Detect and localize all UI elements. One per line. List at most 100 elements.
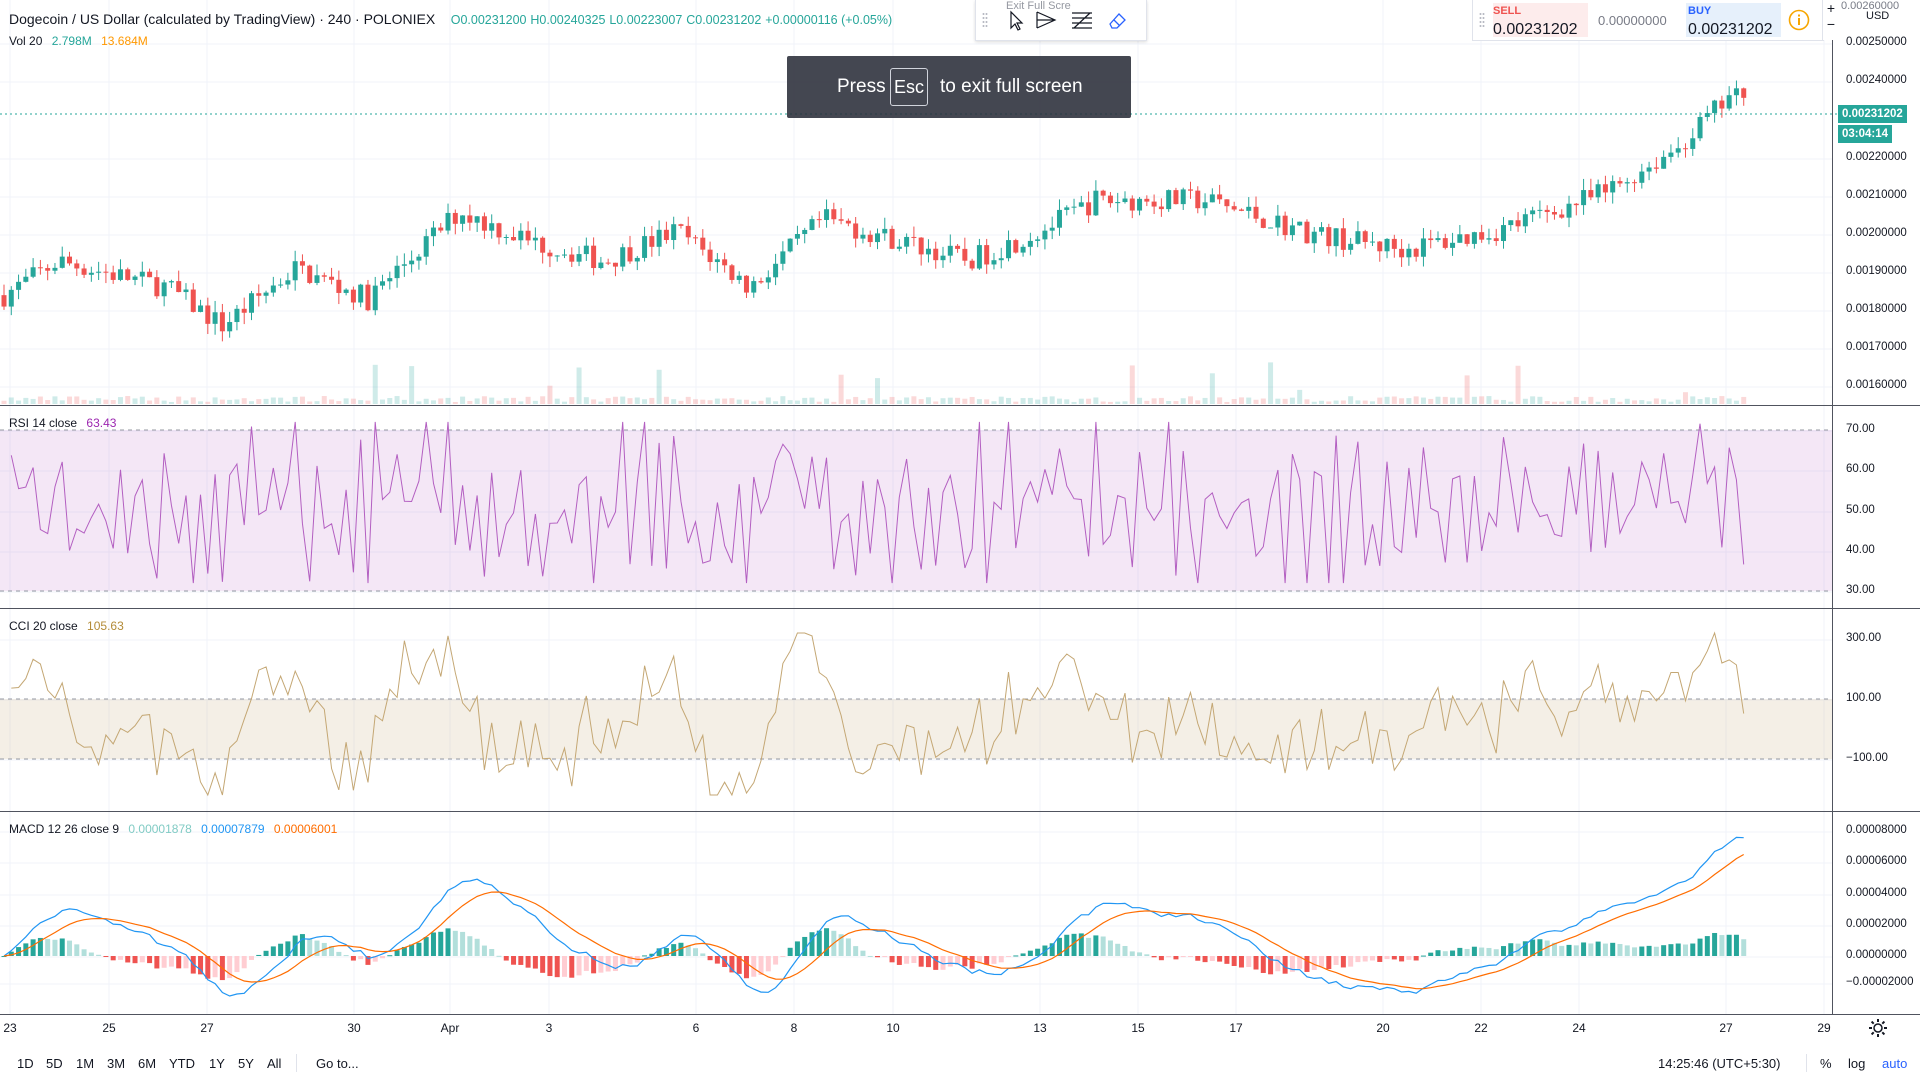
zoom-out-button[interactable]: −	[1823, 16, 1839, 32]
cci-legend[interactable]: CCI 20 close 105.63	[9, 619, 130, 633]
volume-bar	[168, 401, 174, 404]
range-ytd[interactable]: YTD	[169, 1056, 195, 1071]
volume-bar	[125, 396, 131, 404]
volume-bar	[627, 398, 633, 404]
macd-histogram-bar	[358, 956, 364, 960]
volume-bar	[1537, 396, 1543, 404]
drag-handle-icon[interactable]	[982, 12, 988, 28]
macd-histogram-bar	[1144, 954, 1150, 956]
buy-label: BUY	[1688, 5, 1712, 17]
volume-bar	[1377, 397, 1383, 404]
volume-bar	[372, 364, 378, 404]
rsi-tick-label: 60.00	[1846, 463, 1875, 475]
volume-bar	[1406, 398, 1412, 404]
auto-toggle[interactable]: auto	[1882, 1056, 1907, 1071]
volume-bar	[612, 396, 618, 404]
volume-bar	[1122, 401, 1128, 404]
candle-body	[693, 237, 699, 239]
symbol-title[interactable]: Dogecoin / US Dollar (calculated by Trad…	[9, 11, 435, 27]
macd-histogram-bar	[671, 944, 677, 956]
candle-body	[569, 254, 575, 262]
candle-body	[219, 312, 225, 332]
macd-histogram-bar	[1195, 956, 1201, 961]
macd-histogram-bar	[1450, 950, 1456, 956]
volume-bar	[88, 400, 94, 404]
macd-histogram-bar	[350, 956, 356, 961]
macd-histogram-bar	[1726, 934, 1732, 956]
range-3m[interactable]: 3M	[107, 1056, 125, 1071]
volume-bar	[96, 398, 102, 404]
macd-histogram-bar	[103, 956, 109, 957]
pane-separator[interactable]	[0, 405, 1920, 406]
candle-body	[554, 255, 560, 257]
macd-histogram-bar	[423, 937, 429, 956]
range-5d[interactable]: 5D	[46, 1056, 63, 1071]
volume-bar	[1020, 398, 1026, 404]
volume-bar	[925, 397, 931, 404]
currency-label[interactable]: USD	[1864, 10, 1892, 22]
candle-body	[838, 219, 844, 221]
volume-bar	[183, 400, 189, 404]
volume-legend[interactable]: Vol 20 2.798M 13.684M	[9, 34, 154, 48]
candle-body	[16, 281, 22, 290]
candle-body	[634, 257, 640, 262]
candle-body	[372, 285, 378, 311]
volume-bar	[1486, 396, 1492, 404]
candle-body	[467, 215, 473, 223]
candle-body	[263, 292, 269, 296]
volume-bar	[591, 399, 597, 404]
range-all[interactable]: All	[267, 1056, 281, 1071]
candle-body	[598, 262, 604, 269]
close-value: C0.00231202	[686, 13, 762, 27]
clock[interactable]: 14:25:46 (UTC+5:30)	[1658, 1056, 1780, 1071]
macd-histogram-bar	[569, 956, 575, 978]
time-tick-label: 13	[1033, 1021, 1047, 1035]
candle-body	[1581, 190, 1587, 206]
macd-histogram-bar	[1027, 950, 1033, 956]
volume-bar	[285, 401, 291, 404]
macd-legend[interactable]: MACD 12 26 close 9 0.00001878 0.00007879…	[9, 822, 343, 836]
eraser-tool-button[interactable]	[1102, 6, 1132, 34]
macd-histogram-bar	[1253, 956, 1259, 970]
candle-body	[1653, 167, 1659, 169]
trend-line-tool-button[interactable]	[1031, 6, 1061, 34]
symbol-legend[interactable]: Dogecoin / US Dollar (calculated by Trad…	[9, 11, 892, 27]
candle-body	[343, 289, 349, 293]
time-tick-label: 10	[886, 1021, 900, 1035]
percent-toggle[interactable]: %	[1820, 1056, 1832, 1071]
rsi-legend[interactable]: RSI 14 close 63.43	[9, 416, 122, 430]
macd-histogram-bar	[1457, 947, 1463, 956]
time-tick-label: 15	[1131, 1021, 1145, 1035]
candle-body	[1, 295, 7, 307]
macd-histogram-bar	[1704, 936, 1710, 956]
range-1y[interactable]: 1Y	[209, 1056, 225, 1071]
log-toggle[interactable]: log	[1848, 1056, 1865, 1071]
candle-body	[394, 265, 400, 279]
macd-histogram-bar	[787, 947, 793, 956]
fib-tool-button[interactable]	[1067, 6, 1097, 34]
cursor-tool-button[interactable]	[1001, 6, 1031, 34]
range-1m[interactable]: 1M	[76, 1056, 94, 1071]
goto-button[interactable]: Go to...	[316, 1056, 359, 1071]
zoom-in-button[interactable]: +	[1823, 0, 1839, 16]
pane-separator[interactable]	[0, 811, 1920, 812]
rsi-tick-label: 50.00	[1846, 504, 1875, 516]
candle-body	[1682, 148, 1688, 150]
range-1d[interactable]: 1D	[17, 1056, 34, 1071]
sell-button[interactable]: SELL 0.00231202	[1493, 3, 1588, 38]
pane-separator[interactable]	[0, 608, 1920, 609]
settings-gear-icon[interactable]	[1868, 1018, 1888, 1038]
volume-bar	[649, 397, 655, 404]
candle-body	[1158, 206, 1164, 210]
chart-canvas[interactable]	[0, 0, 1920, 1080]
range-6m[interactable]: 6M	[138, 1056, 156, 1071]
range-5y[interactable]: 5Y	[238, 1056, 254, 1071]
macd-histogram-bar	[394, 950, 400, 956]
macd-histogram-bar	[1471, 946, 1477, 956]
toast-rest-text: to exit full screen	[940, 76, 1083, 97]
candle-body	[1282, 215, 1288, 236]
drag-handle-icon[interactable]	[1479, 12, 1485, 28]
change-value: +0.00000116 (+0.05%)	[765, 13, 893, 27]
info-icon[interactable]	[1788, 9, 1810, 31]
buy-button[interactable]: BUY 0.00231202	[1686, 3, 1781, 38]
